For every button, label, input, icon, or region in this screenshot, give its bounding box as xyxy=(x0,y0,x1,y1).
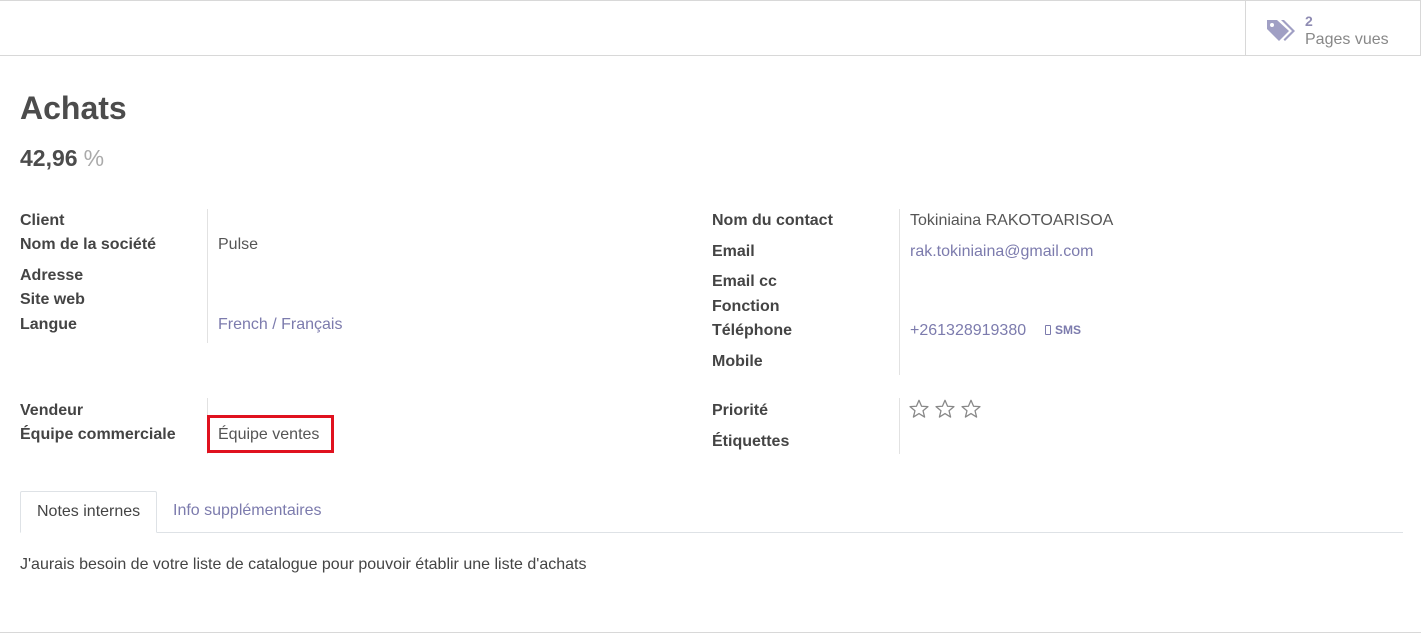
salesperson-label: Vendeur xyxy=(20,402,84,419)
client-label: Client xyxy=(20,212,65,229)
function-label: Fonction xyxy=(712,298,780,315)
mobile-phone-icon xyxy=(1045,325,1051,335)
priority-widget[interactable] xyxy=(908,398,982,420)
contact-name-field[interactable]: Tokiniaina RAKOTOARISOA xyxy=(910,212,1113,230)
contact-name-label: Nom du contact xyxy=(712,212,833,229)
language-label: Langue xyxy=(20,316,77,333)
website-label: Site web xyxy=(20,291,85,308)
internal-notes-text[interactable]: J'aurais besoin de votre liste de catalo… xyxy=(20,556,586,574)
stat-value: 2 xyxy=(1305,13,1313,29)
bottom-divider xyxy=(0,632,1421,633)
mobile-label: Mobile xyxy=(712,353,763,370)
sales-team-highlight-box xyxy=(207,415,334,453)
right-group-divider xyxy=(899,209,900,375)
star-icon[interactable] xyxy=(908,398,930,420)
right-group2-divider xyxy=(899,398,900,454)
star-icon[interactable] xyxy=(934,398,956,420)
tags-label: Étiquettes xyxy=(712,433,790,450)
page-views-stat-button[interactable]: 2 Pages vues xyxy=(1245,1,1420,55)
probability-value: 42,96 xyxy=(20,145,78,171)
email-field[interactable]: rak.tokiniaina@gmail.com xyxy=(910,243,1093,261)
probability-unit: % xyxy=(83,145,105,171)
control-panel: 2 Pages vues xyxy=(0,0,1421,56)
priority-label: Priorité xyxy=(712,402,769,419)
address-label: Adresse xyxy=(20,267,84,284)
tab-internal-notes[interactable]: Notes internes xyxy=(20,491,158,533)
probability[interactable]: 42,96% xyxy=(20,145,104,172)
phone-field[interactable]: +261328919380 xyxy=(910,322,1026,340)
record-title[interactable]: Achats xyxy=(20,90,127,127)
stat-label: Pages vues xyxy=(1305,31,1389,48)
company-field[interactable]: Pulse xyxy=(218,236,258,254)
send-sms-button[interactable]: SMS xyxy=(1045,323,1081,337)
star-icon[interactable] xyxy=(960,398,982,420)
phone-label: Téléphone xyxy=(712,322,793,339)
left-group-divider xyxy=(207,209,208,343)
sales-team-label: Équipe commerciale xyxy=(20,426,176,443)
tags-icon xyxy=(1267,20,1295,41)
sms-label: SMS xyxy=(1055,323,1082,337)
tab-extra-info[interactable]: Info supplémentaires xyxy=(157,491,338,533)
notebook-tabs: Notes internes Info supplémentaires xyxy=(20,491,1403,533)
language-field[interactable]: French / Français xyxy=(218,316,342,334)
email-cc-label: Email cc xyxy=(712,273,777,290)
company-label: Nom de la société xyxy=(20,236,157,253)
email-label: Email xyxy=(712,243,755,260)
